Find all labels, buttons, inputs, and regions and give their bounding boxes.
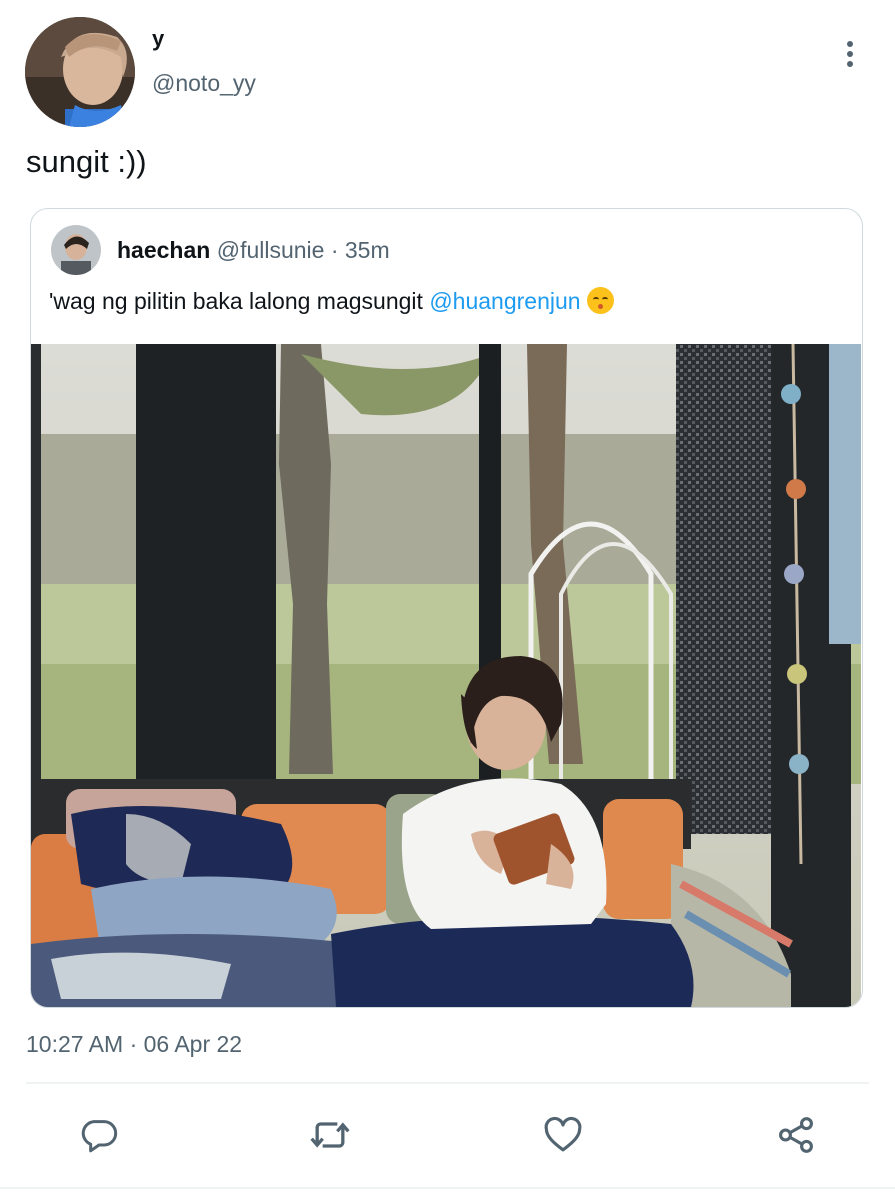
quoted-tweet-photo[interactable] (31, 344, 861, 1007)
reply-button[interactable] (76, 1112, 122, 1158)
quoted-avatar-photo (51, 225, 101, 275)
bottom-divider (0, 1187, 895, 1189)
quoted-time-ago: · 35m (324, 237, 390, 263)
kissing-face-emoji-icon (586, 287, 614, 314)
author-handle[interactable]: @noto_yy (152, 70, 256, 97)
share-button[interactable] (773, 1112, 819, 1158)
retweet-icon (310, 1122, 350, 1148)
more-options-button[interactable] (836, 36, 864, 72)
quoted-text: 'wag ng pilitin baka lalong magsungit @h… (49, 287, 614, 315)
speech-bubble-icon (81, 1120, 118, 1153)
quoted-text-body: 'wag ng pilitin baka lalong magsungit (49, 288, 430, 314)
quoted-display-name[interactable]: haechan (117, 237, 210, 263)
mention-link[interactable]: @huangrenjun (429, 288, 580, 314)
like-button[interactable] (540, 1112, 586, 1158)
avatar-photo (25, 17, 135, 127)
author-display-name[interactable]: y (152, 26, 164, 52)
author-avatar[interactable] (25, 17, 135, 127)
quoted-author-avatar[interactable] (51, 225, 101, 275)
quoted-header: haechan @fullsunie · 35m (117, 237, 390, 264)
share-icon (779, 1117, 813, 1153)
divider (26, 1082, 869, 1084)
quoted-handle[interactable]: @fullsunie (217, 237, 325, 263)
tweet-timestamp[interactable]: 10:27 AM · 06 Apr 22 (26, 1031, 242, 1058)
tweet-text: sungit :)) (26, 144, 147, 179)
quoted-tweet-card[interactable]: haechan @fullsunie · 35m 'wag ng pilitin… (30, 208, 863, 1008)
retweet-button[interactable] (307, 1112, 353, 1158)
more-dots-icon (847, 41, 853, 47)
heart-icon (544, 1116, 582, 1152)
